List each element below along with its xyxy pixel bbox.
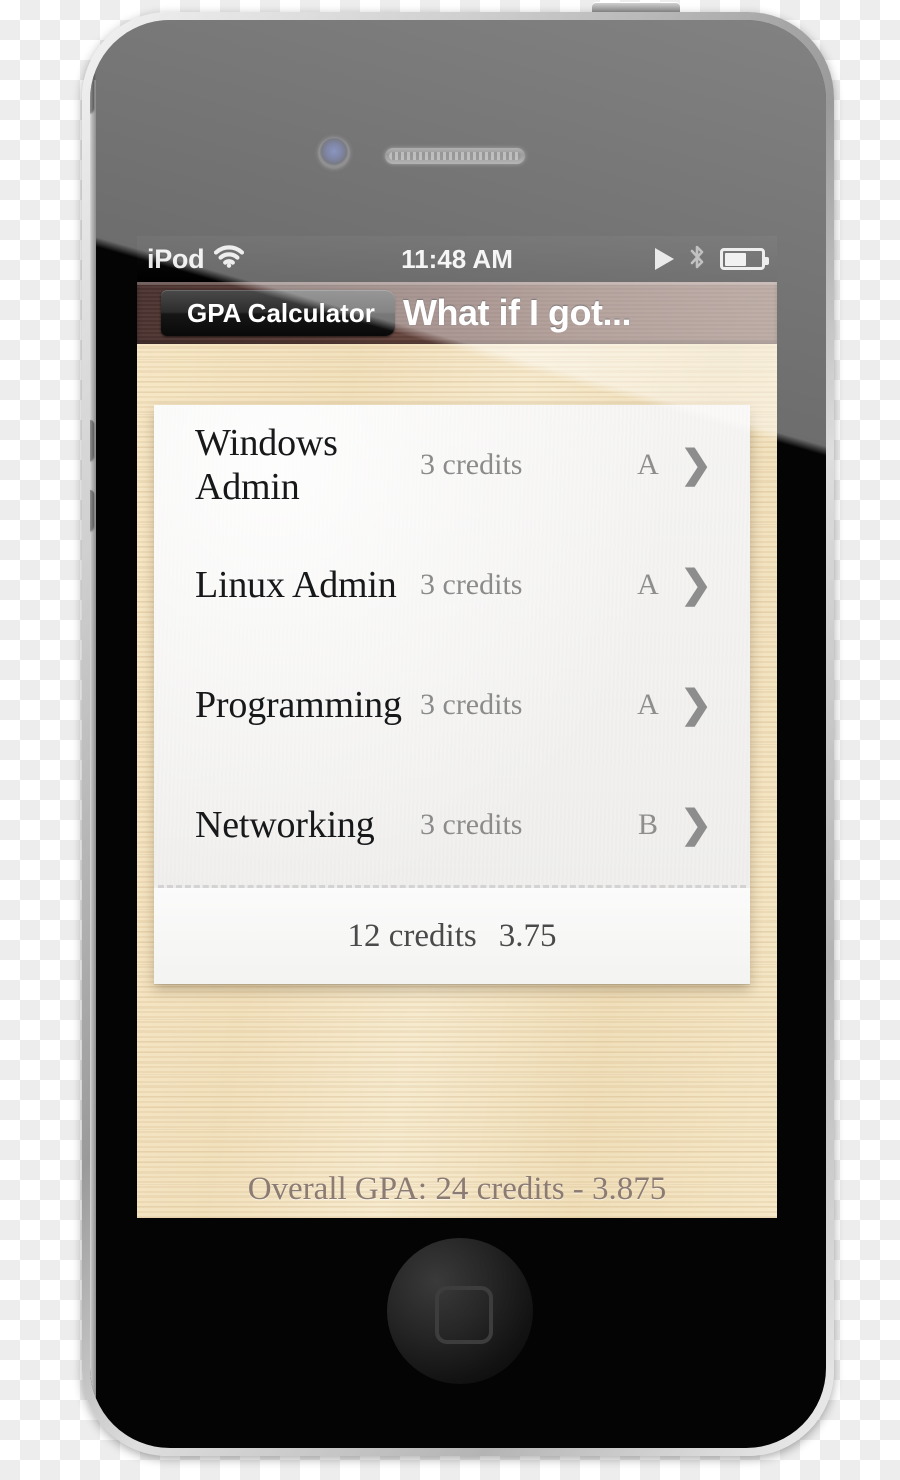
status-bar: iPod 11:48 AM (137, 236, 777, 282)
chevron-right-icon[interactable]: ❯ (676, 806, 716, 844)
earpiece-speaker-icon (385, 148, 525, 164)
back-button[interactable]: GPA Calculator (161, 290, 395, 336)
chevron-right-icon[interactable]: ❯ (676, 446, 716, 484)
course-grade: A (637, 448, 659, 481)
volume-down-button-icon[interactable] (90, 490, 94, 530)
back-button-label: GPA Calculator (187, 297, 375, 328)
course-name: Programming (195, 684, 402, 726)
course-credits: 3 credits (420, 808, 523, 841)
status-bar-left: iPod (137, 243, 245, 275)
navigation-bar: GPA Calculator What if I got... (137, 282, 777, 344)
course-name: Networking (195, 804, 375, 846)
content-area: Windows Admin 3 credits A ❯ Linux Admin … (137, 344, 777, 1218)
battery-icon (720, 248, 769, 270)
course-credits: 3 credits (420, 448, 523, 481)
front-camera-icon (318, 137, 350, 169)
overall-gpa-label: Overall GPA: 24 credits - 3.875 (247, 1171, 667, 1207)
course-list-card: Windows Admin 3 credits A ❯ Linux Admin … (154, 405, 750, 984)
summary-gpa: 3.75 (498, 917, 557, 954)
table-row[interactable]: Windows Admin 3 credits A ❯ (154, 405, 750, 525)
status-bar-right (655, 244, 777, 275)
mute-switch-icon[interactable] (90, 60, 94, 112)
volume-up-button-icon[interactable] (90, 420, 94, 460)
table-row[interactable]: Linux Admin 3 credits A ❯ (154, 525, 750, 645)
table-row[interactable]: Programming 3 credits A ❯ (154, 645, 750, 765)
dashed-divider (158, 885, 746, 888)
bluetooth-icon (688, 244, 706, 275)
wifi-icon (214, 245, 245, 273)
chevron-right-icon[interactable]: ❯ (676, 686, 716, 724)
phone-bezel: iPod 11:48 AM GPA Calculator What if I g… (90, 20, 826, 1448)
course-credits: 3 credits (420, 688, 523, 721)
course-credits: 3 credits (420, 568, 523, 601)
course-name: Windows Admin (195, 422, 338, 508)
course-grade: A (637, 568, 659, 601)
table-row[interactable]: Networking 3 credits B ❯ (154, 765, 750, 885)
phone-side-band (90, 80, 96, 1400)
summary-row: 12 credits 3.75 (154, 888, 750, 984)
chevron-right-icon[interactable]: ❯ (676, 566, 716, 604)
home-button-square (435, 1286, 493, 1344)
home-button-icon[interactable] (387, 1238, 533, 1384)
phone-screen: iPod 11:48 AM GPA Calculator What if I g… (137, 236, 777, 1218)
course-grade: A (637, 688, 659, 721)
phone-mockup: iPod 11:48 AM GPA Calculator What if I g… (0, 0, 900, 1480)
carrier-label: iPod (147, 243, 205, 274)
course-grade: B (637, 808, 658, 841)
play-icon (655, 248, 674, 270)
course-name: Linux Admin (195, 564, 397, 606)
summary-credits: 12 credits (347, 917, 477, 954)
